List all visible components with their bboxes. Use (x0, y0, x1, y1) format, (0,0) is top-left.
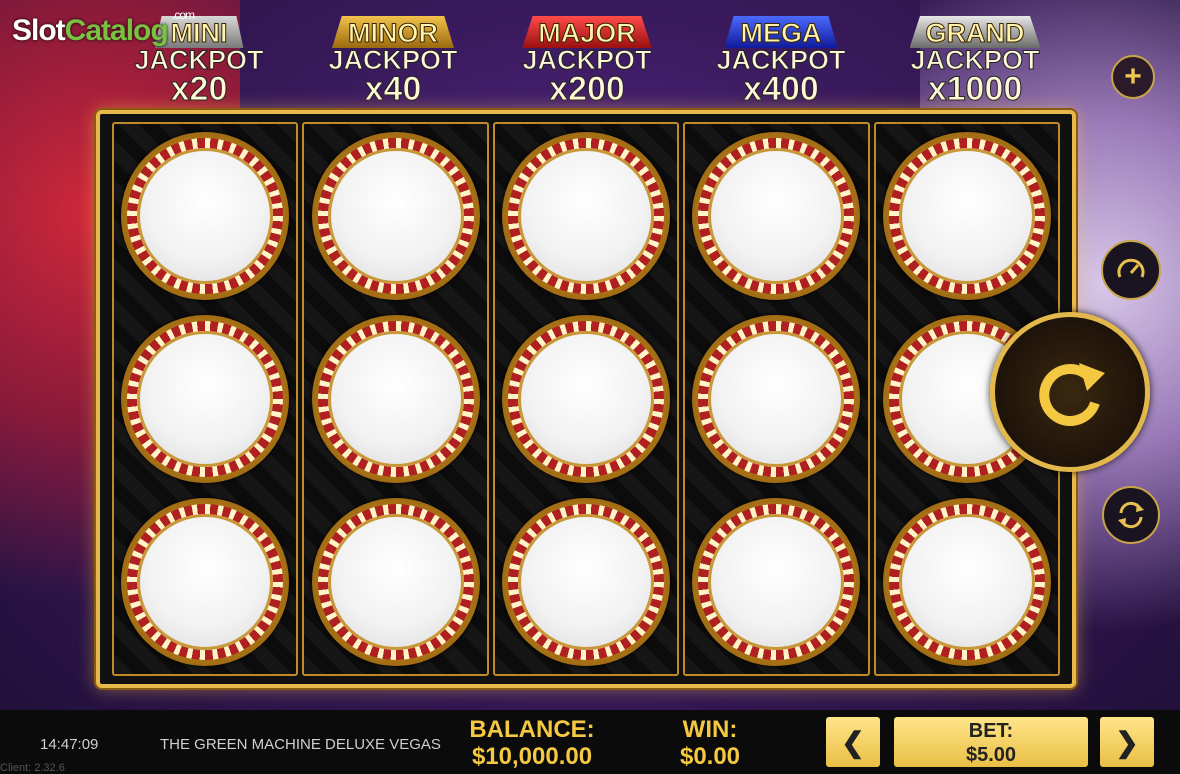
symbol-slot (502, 314, 671, 483)
jackpot-bar: MINI JACKPOT x20 MINOR JACKPOT x40 MAJOR… (102, 16, 1072, 120)
game-name: THE GREEN MACHINE DELUXE VEGAS (160, 736, 441, 753)
bet-increase-button[interactable]: ❯ (1100, 717, 1154, 767)
footer-bar: 14:47:09 Client: 2.32.6 THE GREEN MACHIN… (0, 710, 1180, 774)
bet-label: BET: (968, 720, 1014, 742)
jackpot-multiplier: x400 (743, 70, 820, 108)
win-value: $0.00 (679, 743, 741, 770)
win-label: WIN: (682, 716, 738, 743)
jackpot-tier: MEGA (724, 16, 838, 48)
symbol-slot (502, 498, 671, 667)
watermark-catalog: Catalog (64, 14, 169, 47)
speedometer-icon (1117, 258, 1145, 278)
clock: 14:47:09 (40, 736, 99, 753)
symbol-slot (311, 498, 480, 667)
turbo-speed-button[interactable] (1101, 240, 1161, 300)
watermark-logo: SlotCatalog .com (12, 8, 195, 48)
symbol-slot (692, 314, 861, 483)
chevron-left-icon: ❮ (841, 726, 865, 758)
spin-button[interactable] (990, 312, 1150, 472)
symbol-slot (502, 131, 671, 300)
symbol-slot (121, 314, 290, 483)
jackpot-tier: MAJOR (522, 16, 652, 48)
reel-column (112, 122, 299, 676)
symbol-slot (692, 498, 861, 667)
client-version: Client: 2.32.6 (0, 762, 65, 774)
jackpot-label: JACKPOT (328, 45, 458, 75)
spin-icon (1039, 363, 1105, 426)
symbol-slot (311, 131, 480, 300)
jackpot-multiplier: x1000 (927, 70, 1023, 108)
balance-value: $10,000.00 (471, 743, 593, 770)
jackpot-tier: MINOR (332, 16, 454, 48)
jackpot-multiplier: x20 (170, 70, 228, 108)
symbol-slot (121, 131, 290, 300)
jackpot-label: JACKPOT (134, 45, 264, 75)
reel-column (492, 122, 680, 676)
jackpot-multiplier: x40 (364, 70, 422, 108)
chevron-right-icon: ❯ (1115, 726, 1139, 758)
jackpot-multiplier: x200 (549, 70, 626, 108)
balance-label: BALANCE: (469, 716, 595, 743)
jackpot-minor: MINOR JACKPOT x40 (296, 16, 490, 120)
jackpot-mega: MEGA JACKPOT x400 (684, 16, 878, 120)
menu-plus-button[interactable]: + (1111, 55, 1155, 99)
watermark-slot: Slot (12, 14, 66, 47)
jackpot-tier: GRAND (909, 16, 1041, 48)
jackpot-label: JACKPOT (522, 45, 652, 75)
jackpot-major: MAJOR JACKPOT x200 (490, 16, 684, 120)
plus-icon: + (1124, 60, 1142, 93)
reel-column (302, 122, 489, 676)
bet-display[interactable]: BET: $5.00 (894, 717, 1088, 767)
reel-column (683, 122, 870, 676)
jackpot-label: JACKPOT (910, 45, 1040, 75)
symbol-slot (692, 131, 861, 300)
symbol-slot (311, 314, 480, 483)
jackpot-grand: GRAND JACKPOT x1000 (878, 16, 1072, 120)
bet-value: $5.00 (965, 744, 1017, 766)
autoplay-icon (1118, 501, 1144, 529)
autoplay-button[interactable] (1102, 486, 1160, 544)
jackpot-label: JACKPOT (716, 45, 846, 75)
game-board (96, 110, 1076, 688)
balance-display: BALANCE: $10,000.00 (452, 716, 612, 770)
symbol-slot (882, 498, 1051, 667)
watermark-suffix: .com (172, 8, 195, 22)
bet-decrease-button[interactable]: ❮ (826, 717, 880, 767)
win-display: WIN: $0.00 (660, 716, 760, 770)
symbol-slot (121, 498, 290, 667)
symbol-slot (882, 131, 1051, 300)
